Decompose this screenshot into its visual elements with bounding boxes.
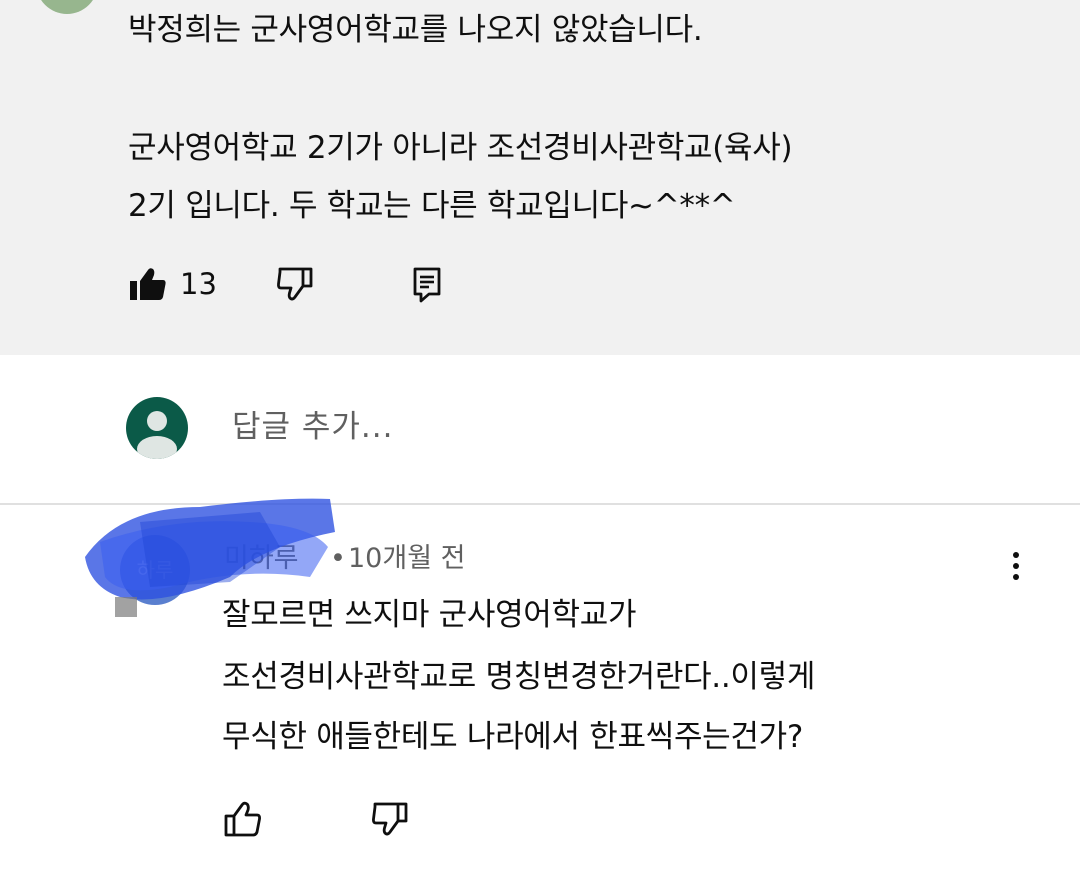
dislike-button[interactable] [275, 264, 315, 304]
reply-comment-icon [413, 267, 441, 303]
comment-author[interactable]: 미하루 [224, 539, 299, 579]
like-button[interactable] [128, 264, 168, 304]
thumbs-down-icon [277, 267, 313, 301]
comment-line: 2기 입니다. 두 학교는 다른 학교입니다~^**^ [128, 188, 736, 224]
default-user-icon [137, 411, 177, 459]
like-count: 13 [180, 267, 217, 301]
thumbs-up-filled-icon [130, 268, 166, 300]
add-reply-row[interactable]: 답글 추가... [0, 355, 1080, 505]
comment-line: 무식한 애들한테도 나라에서 한표씩주는건가? [222, 719, 803, 755]
commenter-avatar[interactable]: 하루 [120, 535, 190, 605]
add-reply-input[interactable]: 답글 추가... [232, 405, 394, 449]
comment-line: 군사영어학교 2기가 아니라 조선경비사관학교(육사) [128, 130, 793, 166]
meta-separator: • [330, 543, 346, 574]
comment-actions [0, 799, 1080, 859]
comment-line: 잘모르면 쓰지마 군사영어학교가 [222, 597, 637, 633]
user-avatar [126, 397, 188, 459]
comment-line: 조선경비사관학교로 명칭변경한거란다..이렇게 [222, 659, 816, 695]
comment: 하루 미하루 • 10개월 전 잘모르면 쓰지마 군사영어학교가 조선경비사관학… [0, 505, 1080, 888]
more-options-button[interactable] [1000, 547, 1032, 591]
comment-actions: 13 [0, 264, 1080, 324]
highlighted-comment: 박정희는 군사영어학교를 나오지 않았습니다. 군사영어학교 2기가 아니라 조… [0, 0, 1080, 355]
comment-timestamp: 10개월 전 [348, 543, 466, 574]
reply-button[interactable] [407, 264, 447, 304]
more-vert-icon [1000, 552, 1032, 580]
commenter-avatar[interactable] [36, 0, 98, 14]
like-button[interactable] [222, 799, 262, 839]
thumbs-up-icon [224, 801, 261, 837]
thumbs-down-icon [372, 802, 408, 836]
dislike-button[interactable] [370, 799, 410, 839]
comment-line: 박정희는 군사영어학교를 나오지 않았습니다. [128, 12, 703, 48]
